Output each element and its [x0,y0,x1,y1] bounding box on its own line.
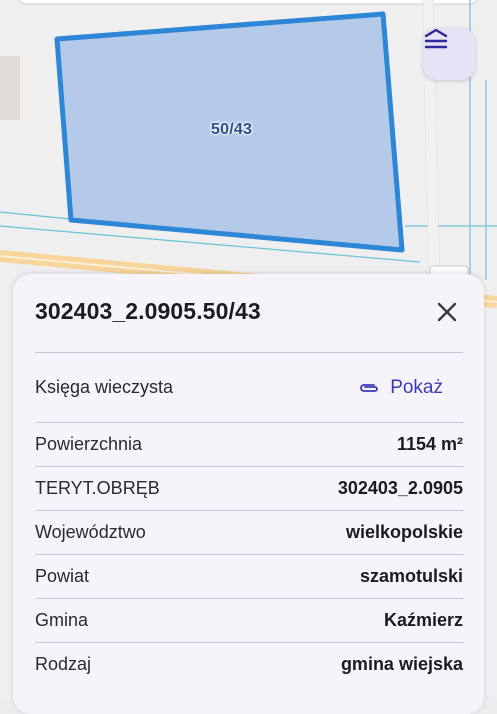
building-block [0,56,20,120]
show-land-register-button[interactable]: Pokaż [358,377,443,399]
land-register-row: Księga wieczysta Pokaż [35,352,463,422]
layers-button[interactable] [423,28,475,80]
details-row: Rodzaj gmina wiejska [35,642,463,686]
voivodeship-label: Województwo [35,522,146,542]
area-label: Powierzchnia [35,434,143,454]
details-row: Powiat szamotulski [35,554,463,598]
teryt-label: TERYT.OBRĘB [35,478,160,498]
county-label: Powiat [35,566,90,586]
land-register-label: Księga wieczysta [35,377,174,397]
commune-label: Gmina [35,610,89,630]
paperclip-icon [360,383,379,392]
type-value: gmina wiejska [340,654,463,674]
parcel-id-title: 302403_2.0905.50/43 [35,298,261,324]
close-icon [437,302,457,322]
layers-icon [424,28,448,49]
teryt-value: 302403_2.0905 [337,478,463,498]
county-value: szamotulski [359,566,463,586]
details-row: Powierzchnia 1154 m² [35,422,463,466]
details-row: TERYT.OBRĘB 302403_2.0905 [35,466,463,510]
close-button[interactable] [431,296,463,328]
details-row: Gmina Kaźmierz [35,598,463,642]
type-label: Rodzaj [35,654,92,674]
area-value: 1154 m² [396,434,463,454]
parcel-number-label: 50/43 [211,121,253,138]
parcel-details-sheet: 302403_2.0905.50/43 Księga wieczysta Pok… [13,274,484,714]
search-bar-remnant [18,0,478,5]
details-list: Księga wieczysta Pokaż Powierzchnia 1154… [35,352,463,686]
commune-value: Kaźmierz [383,610,463,630]
details-row: Województwo wielkopolskie [35,510,463,554]
show-link-label: Pokaż [390,376,443,398]
voivodeship-value: wielkopolskie [345,522,463,542]
